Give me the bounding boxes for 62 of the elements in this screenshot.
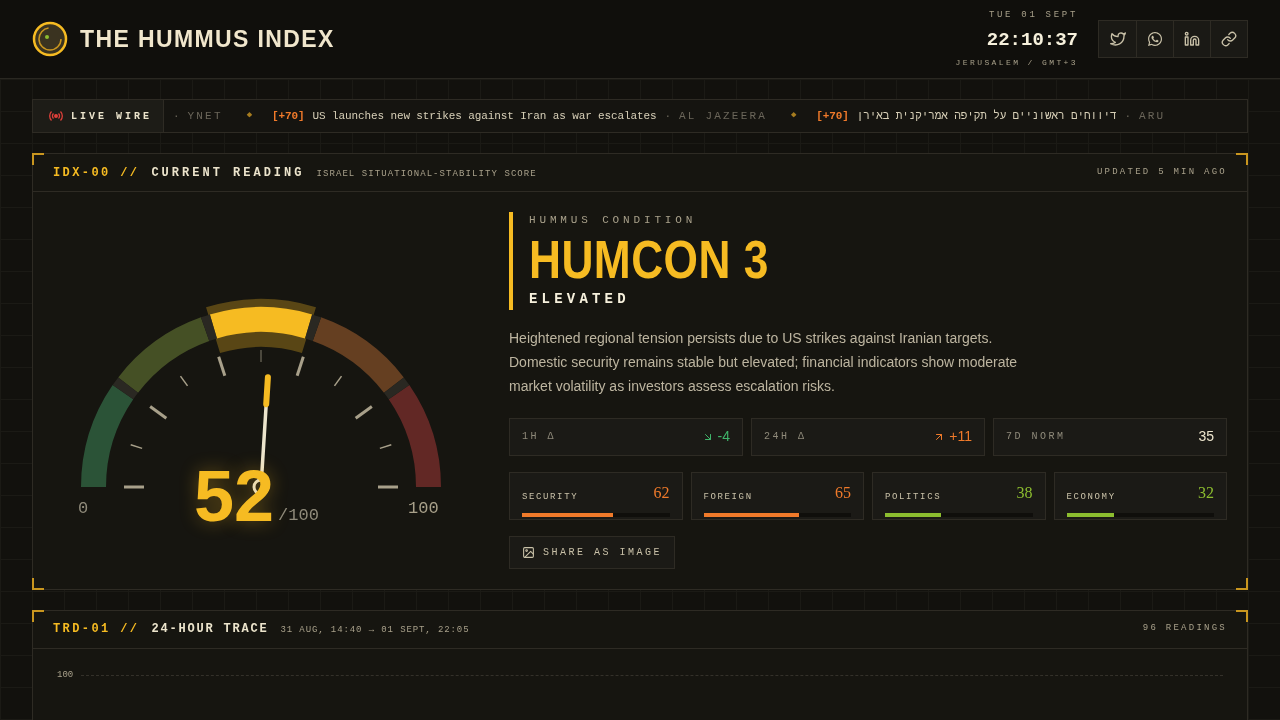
score-max: /100	[278, 504, 319, 527]
app-title: THE HUMMUS INDEX	[80, 24, 335, 54]
clock-time: 22:10:37	[986, 27, 1078, 53]
delta-value: -4	[717, 427, 730, 446]
panel-code: IDX-00 //	[53, 164, 140, 182]
panel-code: TRD-01 //	[53, 621, 140, 638]
share-image-button[interactable]: SHARE AS IMAGE	[509, 535, 675, 569]
corner-mark	[32, 577, 44, 590]
score-label: POLITICS	[885, 491, 942, 504]
corner-mark	[32, 153, 44, 165]
axis-tick-label: 100	[57, 668, 74, 682]
news-source: YNET	[187, 108, 223, 124]
score-label: SECURITY	[522, 491, 579, 504]
image-icon	[522, 545, 535, 559]
condition-status: ELEVATED	[529, 289, 631, 309]
updated-label: UPDATED 5 MIN AGO	[1096, 165, 1227, 179]
delta-label: 7D NORM	[1006, 430, 1066, 444]
score-number: 62	[653, 482, 670, 503]
whatsapp-icon	[1147, 31, 1163, 47]
news-source: ARU	[1139, 108, 1166, 124]
condition-label: HUMMUS CONDITION	[529, 213, 698, 228]
diamond-mark: ◆	[246, 109, 253, 123]
delta-value: 35	[1198, 427, 1214, 446]
delta-label: 1H Δ	[522, 430, 556, 444]
twitter-icon	[1109, 31, 1126, 47]
news-source: AL JAZEERA	[679, 108, 768, 124]
score-label: FOREIGN	[703, 491, 753, 504]
date-label: TUE 01 SEPT	[988, 9, 1078, 22]
news-headline: US launches new strikes against Iran as war escalates	[312, 108, 657, 124]
severity-tag: [+70]	[816, 107, 849, 125]
time-range: 31 AUG, 14:40 → 01 SEPT, 22:05	[280, 624, 470, 637]
panel-title: 24-HOUR TRACE	[151, 621, 269, 638]
linkedin-icon	[1184, 31, 1200, 47]
delta-value: +11	[949, 427, 972, 446]
condition-description: Heightened regional tension persists due to US strikes against Iranian targets. Domestic security remains stable but elevated; financial indicators show moderate market volatility as investors assess escalation risks.	[509, 328, 1019, 396]
severity-tag: [+70]	[272, 107, 305, 125]
score-label: ECONOMY	[1066, 491, 1116, 504]
score-number: 32	[1198, 482, 1214, 503]
delta-label: 24H Δ	[764, 430, 807, 444]
score-value: 52	[194, 460, 275, 532]
broadcast-icon	[49, 110, 63, 122]
score-number: 38	[1016, 482, 1033, 503]
corner-mark	[1236, 153, 1248, 165]
separator-dot: ·	[664, 108, 672, 124]
corner-mark	[1236, 609, 1248, 622]
gauge-max-label: 100	[408, 498, 439, 520]
diamond-mark: ◆	[791, 109, 797, 123]
logo-icon	[32, 21, 68, 57]
gauge-min-label: 0	[78, 498, 89, 520]
link-icon	[1221, 31, 1237, 47]
corner-mark	[32, 609, 44, 622]
separator-dot: ·	[1124, 108, 1131, 124]
score-number: 65	[835, 482, 851, 503]
timezone-label: JERUSALEM / GMT+3	[955, 57, 1078, 69]
ticker-label: LIVE WIRE	[71, 109, 152, 124]
separator-dot: ·	[173, 108, 180, 124]
news-headline: דיווחים ראשוניים על תקיפה אמריקנית באירן	[856, 108, 1117, 124]
condition-title: HUMCON 3	[529, 228, 770, 289]
readings-count: 96 READINGS	[1142, 622, 1227, 636]
panel-title: CURRENT READING	[151, 164, 305, 182]
corner-mark	[1236, 577, 1248, 590]
panel-subtitle: ISRAEL SITUATIONAL-STABILITY SCORE	[316, 167, 537, 181]
